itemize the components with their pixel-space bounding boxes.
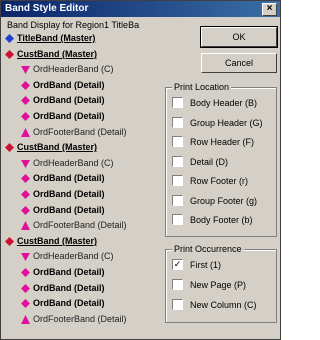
checkbox-label: Body Footer (b) — [190, 215, 253, 225]
checkbox-label: Row Header (F) — [190, 137, 255, 147]
diamond-icon — [21, 174, 30, 184]
checkbox[interactable] — [172, 299, 183, 310]
print-occurrence-title: Print Occurrence — [172, 244, 244, 254]
close-button[interactable]: × — [262, 3, 277, 16]
tree-item-label: CustBand (Master) — [17, 235, 98, 246]
diamond-icon — [21, 283, 30, 293]
checkbox[interactable] — [172, 116, 183, 128]
title-bar: Band Style Editor × — [1, 1, 280, 17]
print-location-group: Print Location Body Header (B) Group Head… — [165, 82, 277, 237]
tree-item-label: OrdBand (Detail) — [33, 267, 105, 277]
down-triangle-icon — [21, 65, 30, 75]
diamond-icon — [21, 190, 30, 199]
diamond-icon — [5, 34, 14, 43]
checkbox[interactable] — [172, 155, 183, 167]
band-tree[interactable]: TitleBand (Master) CustBand (Master) OrdHe… — [3, 32, 161, 336]
tree-item-label: OrdBand (Detail) — [33, 282, 105, 293]
checkbox[interactable] — [172, 194, 183, 206]
checkbox-checked[interactable]: ✓ — [172, 259, 183, 270]
tree-item-label: OrdBand (Detail) — [33, 111, 105, 121]
checkbox[interactable] — [172, 175, 183, 186]
up-triangle-icon — [21, 314, 30, 324]
diamond-icon — [21, 80, 30, 90]
diamond-icon — [21, 96, 30, 106]
checkbox[interactable] — [172, 279, 183, 290]
diamond-icon — [21, 268, 30, 277]
print-occurrence-group: Print Occurrence ✓ First (1) New Page (P) N… — [165, 244, 277, 323]
checkbox-label: Body Header (B) — [190, 98, 258, 108]
tree-item-label: OrdBand (Detail) — [33, 204, 105, 215]
diamond-icon — [5, 49, 14, 59]
checkbox-label: Group Footer (g) — [190, 195, 258, 206]
checkbox-label: New Page (P) — [190, 280, 247, 290]
checkbox-label: New Column (C) — [190, 300, 257, 310]
up-triangle-icon — [21, 221, 30, 231]
checkbox-label: Group Header (G) — [190, 117, 263, 128]
print-location-title: Print Location — [172, 82, 232, 92]
tree-item-label: OrdBand (Detail) — [33, 79, 105, 90]
diamond-icon — [5, 236, 14, 246]
band-style-editor-window: Band Style Editor × Band Display for Reg… — [0, 0, 281, 340]
window-title: Band Style Editor — [5, 3, 89, 14]
checkbox[interactable] — [172, 97, 183, 108]
diamond-icon — [21, 299, 30, 309]
band-display-caption: Band Display for Region1 TitleBa — [7, 20, 140, 30]
tree-item-label: OrdBand (Detail) — [33, 95, 105, 106]
tree-item-label: OrdFooterBand (Detail) — [33, 220, 127, 231]
down-triangle-icon — [21, 252, 30, 262]
diamond-icon — [21, 205, 30, 215]
ok-button[interactable]: OK — [200, 26, 278, 48]
checkbox-label: First (1) — [190, 260, 221, 270]
tree-item-label: CustBand (Master) — [17, 48, 98, 59]
tree-item-label: OrdHeaderBand (C) — [33, 157, 114, 168]
tree-item-label: OrdHeaderBand (C) — [33, 64, 114, 75]
tree-item-label: OrdFooterBand (Detail) — [33, 313, 127, 324]
tree-item-label: OrdBand (Detail) — [33, 173, 105, 184]
up-triangle-icon — [21, 127, 30, 137]
tree-item-label: OrdHeaderBand (C) — [33, 251, 114, 262]
down-triangle-icon — [21, 159, 30, 168]
checkbox[interactable] — [172, 214, 183, 225]
checkbox[interactable] — [172, 136, 183, 147]
checkbox-label: Detail (D) — [190, 156, 229, 167]
tree-item-label: OrdBand (Detail) — [33, 189, 105, 199]
tree-item-label: CustBand (Master) — [17, 142, 98, 153]
diamond-icon — [21, 112, 30, 121]
checkbox-label: Row Footer (r) — [190, 176, 249, 186]
diamond-icon — [5, 143, 14, 153]
tree-item-label: OrdFooterBand (Detail) — [33, 126, 127, 137]
cancel-button[interactable]: Cancel — [201, 53, 277, 73]
tree-item-label: OrdBand (Detail) — [33, 298, 105, 309]
tree-item-label: TitleBand (Master) — [17, 33, 96, 43]
